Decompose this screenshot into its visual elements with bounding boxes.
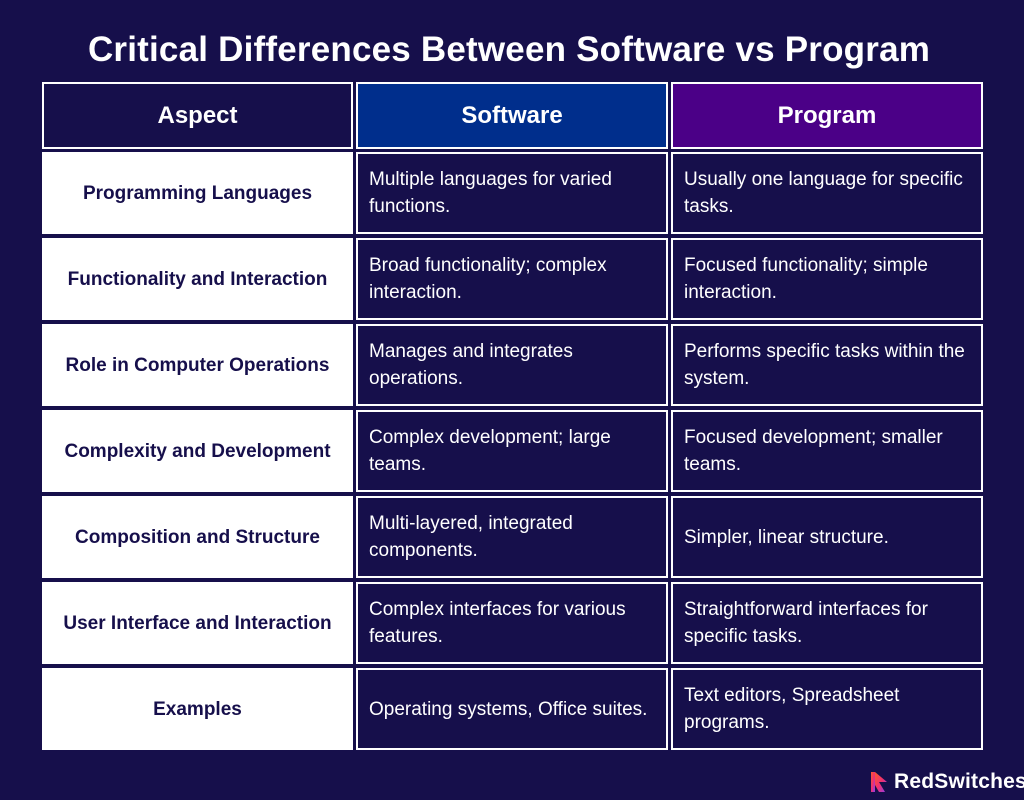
- aspect-cell: Functionality and Interaction: [42, 238, 353, 320]
- program-cell: Focused development; smaller teams.: [671, 410, 983, 492]
- aspect-cell-text: Composition and Structure: [75, 526, 320, 548]
- aspect-cell: Programming Languages: [42, 152, 353, 234]
- software-cell-text: Complex interfaces for various features.: [369, 599, 626, 647]
- software-cell: Manages and integrates operations.: [356, 324, 668, 406]
- program-cell: Straightforward interfaces for specific …: [671, 582, 983, 664]
- header-software: Software: [356, 82, 668, 149]
- software-cell: Multi-layered, integrated components.: [356, 496, 668, 578]
- software-cell-text: Multi-layered, integrated components.: [369, 513, 573, 561]
- software-cell: Operating systems, Office suites.: [356, 668, 668, 750]
- software-cell: Complex interfaces for various features.: [356, 582, 668, 664]
- aspect-cell: Composition and Structure: [42, 496, 353, 578]
- header-program-label: Program: [777, 101, 877, 129]
- software-cell-text: Complex development; large teams.: [369, 427, 611, 475]
- program-cell: Simpler, linear structure.: [671, 496, 983, 578]
- aspect-cell: Role in Computer Operations: [42, 324, 353, 406]
- aspect-cell: Examples: [42, 668, 353, 750]
- aspect-cell: Complexity and Development: [42, 410, 353, 492]
- program-cell-text: Focused functionality; simple interactio…: [684, 255, 928, 303]
- program-cell-text: Simpler, linear structure.: [684, 526, 889, 548]
- program-cell: Text editors, Spreadsheet programs.: [671, 668, 983, 750]
- software-cell: Multiple languages for varied functions.: [356, 152, 668, 234]
- aspect-cell-text: User Interface and Interaction: [63, 612, 332, 634]
- aspect-cell-text: Complexity and Development: [64, 440, 331, 462]
- program-cell-text: Straightforward interfaces for specific …: [684, 599, 928, 647]
- header-aspect-label: Aspect: [157, 101, 238, 129]
- program-cell: Focused functionality; simple interactio…: [671, 238, 983, 320]
- program-cell: Usually one language for specific tasks.: [671, 152, 983, 234]
- brand-logo: RedSwitches: [870, 770, 1024, 794]
- brand-name: RedSwitches: [894, 770, 1024, 793]
- program-cell-text: Performs specific tasks within the syste…: [684, 341, 965, 389]
- page-title: Critical Differences Between Software vs…: [87, 30, 931, 69]
- software-cell-text: Multiple languages for varied functions.: [369, 169, 612, 217]
- program-cell: Performs specific tasks within the syste…: [671, 324, 983, 406]
- aspect-cell: User Interface and Interaction: [42, 582, 353, 664]
- header-program: Program: [671, 82, 983, 149]
- software-cell: Complex development; large teams.: [356, 410, 668, 492]
- program-cell-text: Focused development; smaller teams.: [684, 427, 943, 475]
- aspect-cell-text: Examples: [153, 698, 242, 720]
- software-cell: Broad functionality; complex interaction…: [356, 238, 668, 320]
- software-cell-text: Manages and integrates operations.: [369, 341, 573, 389]
- header-software-label: Software: [461, 101, 563, 129]
- software-cell-text: Operating systems, Office suites.: [369, 698, 648, 720]
- program-cell-text: Text editors, Spreadsheet programs.: [684, 685, 900, 733]
- aspect-cell-text: Role in Computer Operations: [65, 354, 330, 376]
- software-cell-text: Broad functionality; complex interaction…: [369, 255, 607, 303]
- aspect-cell-text: Functionality and Interaction: [67, 268, 328, 290]
- program-cell-text: Usually one language for specific tasks.: [684, 169, 963, 217]
- redswitches-logo-icon: [871, 772, 887, 792]
- header-aspect: Aspect: [42, 82, 353, 149]
- aspect-cell-text: Programming Languages: [82, 182, 313, 204]
